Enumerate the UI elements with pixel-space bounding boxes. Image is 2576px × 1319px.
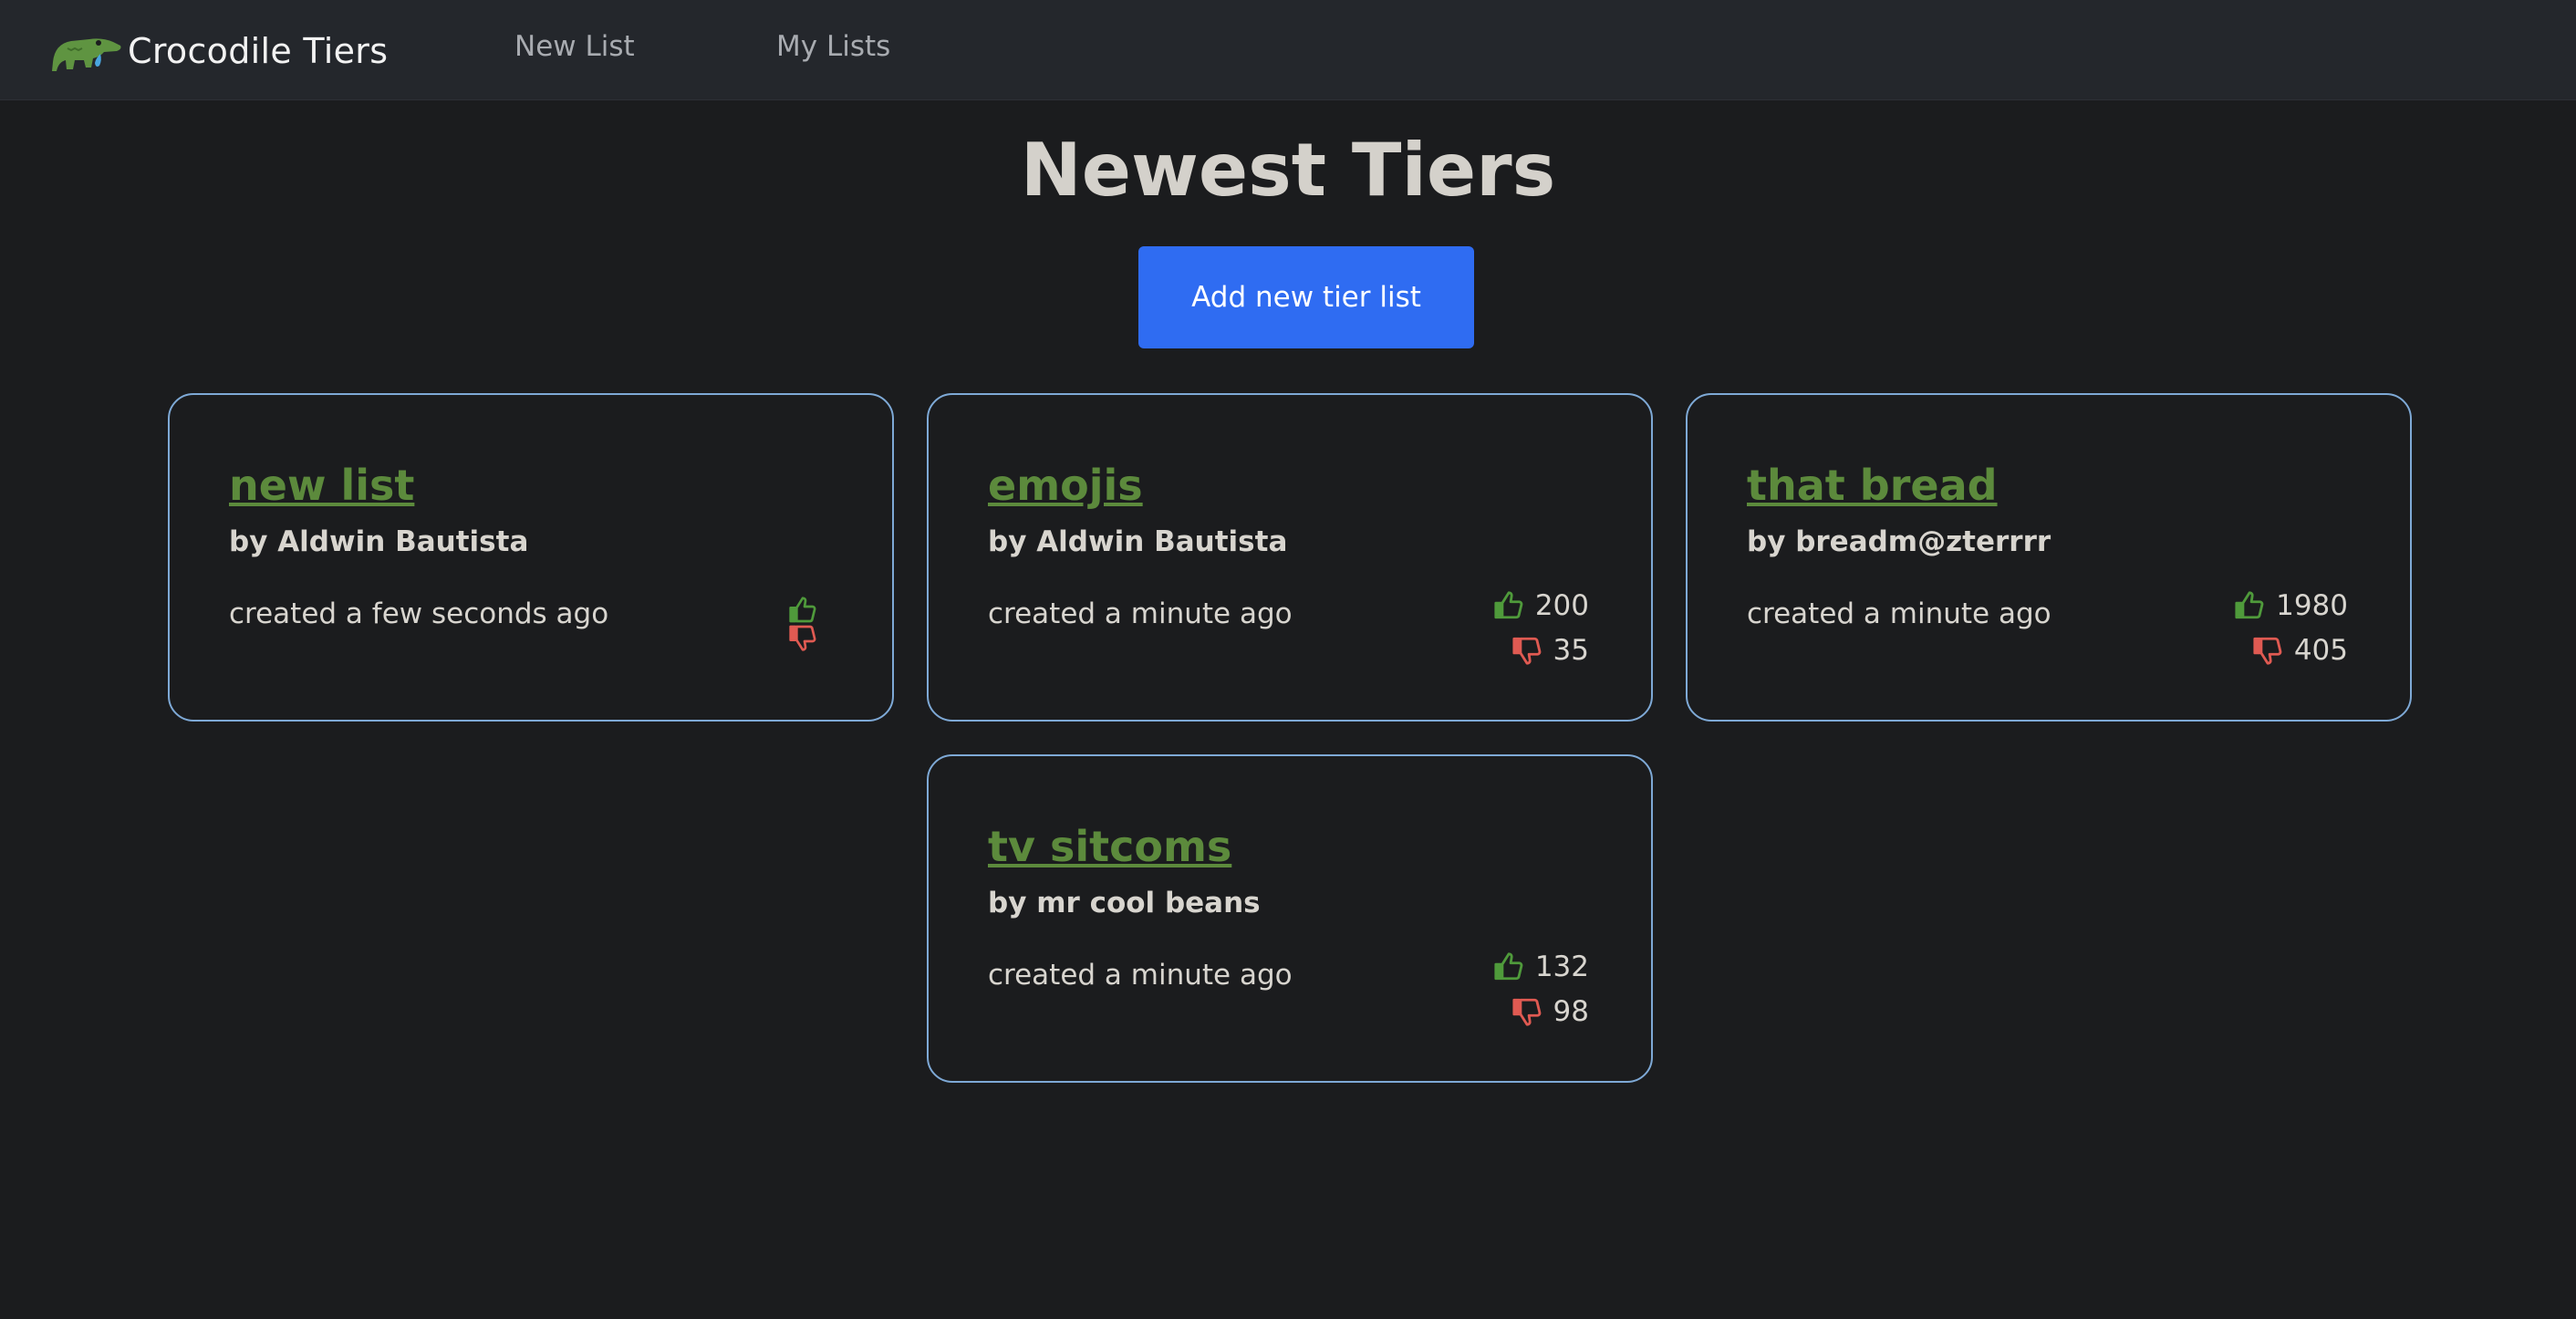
tier-list-card: new list by Aldwin Bautista created a fe… [168, 393, 894, 722]
page-title: Newest Tiers [1020, 128, 1556, 213]
upvote-button[interactable] [2234, 590, 2265, 621]
upvote-button[interactable] [1493, 951, 1524, 982]
tier-list-title-link[interactable]: new list [229, 461, 414, 510]
downvote-count: 405 [2293, 634, 2348, 667]
downvote-count: 35 [1553, 634, 1589, 667]
navbar: Crocodile Tiers New List My Lists [0, 0, 2576, 100]
downvote-button[interactable] [1511, 996, 1542, 1027]
thumbs-down-icon[interactable] [786, 623, 819, 652]
thumbs-down-icon [1511, 637, 1541, 665]
tier-list-card: that bread by breadm@zterrrr created a m… [1686, 393, 2412, 722]
downvote-button[interactable] [1511, 635, 1542, 666]
crocodile-logo-icon [52, 38, 121, 71]
upvote-count: 132 [1534, 950, 1589, 983]
upvote-count: 1980 [2276, 589, 2348, 622]
brand[interactable]: Crocodile Tiers [49, 26, 388, 77]
thumbs-up-icon[interactable] [786, 596, 819, 625]
upvote-count: 200 [1534, 589, 1589, 622]
nav-new-list[interactable]: New List [514, 30, 635, 63]
thumbs-up-icon [1494, 952, 1523, 981]
tier-list-author: by Aldwin Bautista [988, 525, 1288, 558]
tier-list-created: created a minute ago [988, 597, 1293, 630]
upvote: 1980 [2234, 589, 2348, 622]
add-tier-list-button[interactable]: Add new tier list [1138, 246, 1474, 348]
tier-list-author: by breadm@zterrrr [1747, 525, 2051, 558]
downvote-count: 98 [1553, 995, 1589, 1028]
tier-list-title-link[interactable]: tv sitcoms [988, 822, 1231, 871]
thumbs-down-icon [2253, 637, 2282, 665]
tier-list-author: by Aldwin Bautista [229, 525, 529, 558]
downvote: 35 [1511, 634, 1589, 667]
thumbs-down-icon [1511, 998, 1541, 1026]
tier-list-title-link[interactable]: emojis [988, 461, 1143, 510]
tier-list-title-link[interactable]: that bread [1747, 461, 1998, 510]
tier-list-created: created a few seconds ago [229, 597, 609, 630]
tier-list-created: created a minute ago [1747, 597, 2051, 630]
upvote: 200 [1493, 589, 1589, 622]
nav-my-lists[interactable]: My Lists [776, 30, 890, 63]
tier-list-author: by mr cool beans [988, 887, 1261, 919]
thumbs-up-icon [2235, 591, 2264, 619]
tier-list-card: tv sitcoms by mr cool beans created a mi… [927, 754, 1653, 1083]
upvote: 132 [1493, 950, 1589, 983]
downvote: 405 [2252, 634, 2348, 667]
vote-buttons [786, 596, 821, 652]
thumbs-up-icon [1494, 591, 1523, 619]
tier-list-created: created a minute ago [988, 959, 1293, 992]
downvote: 98 [1511, 995, 1589, 1028]
brand-name: Crocodile Tiers [128, 31, 389, 71]
downvote-button[interactable] [2252, 635, 2283, 666]
tier-list-card: emojis by Aldwin Bautista created a minu… [927, 393, 1653, 722]
upvote-button[interactable] [1493, 590, 1524, 621]
